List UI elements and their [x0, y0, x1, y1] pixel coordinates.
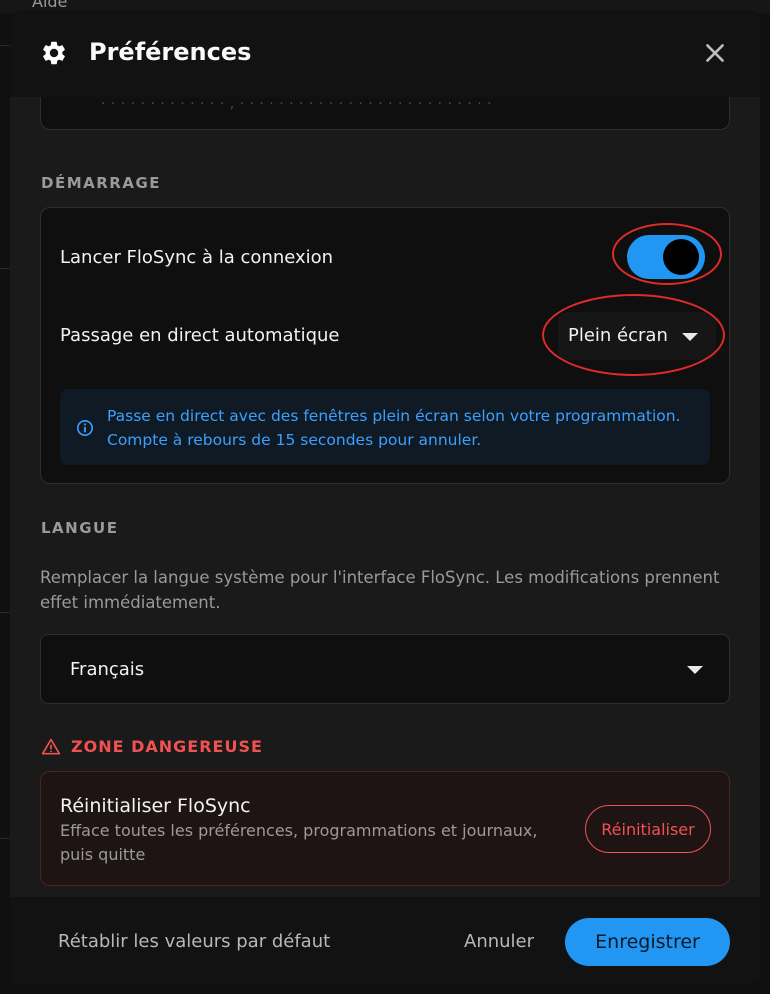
- toggle-knob: [663, 239, 699, 275]
- danger-zone-card: Réinitialiser FloSync Efface toutes les …: [40, 771, 730, 886]
- section-label-language: LANGUE: [41, 519, 119, 537]
- section-label-startup: DÉMARRAGE: [41, 174, 162, 192]
- auto-live-label: Passage en direct automatique: [60, 325, 340, 346]
- launch-at-login-label: Lancer FloSync à la connexion: [60, 247, 334, 268]
- previous-section-card: · · · · · · · · · · · · · , · · · · · · …: [40, 97, 730, 130]
- warning-icon: [41, 738, 61, 755]
- info-notice: Passe en direct avec des fenêtres plein …: [60, 389, 710, 465]
- cancel-button[interactable]: Annuler: [464, 931, 534, 952]
- info-text: Passe en direct avec des fenêtres plein …: [107, 407, 681, 449]
- reset-description: Efface toutes les préférences, programma…: [60, 821, 538, 864]
- language-value: Français: [70, 659, 145, 680]
- chevron-down-icon: [682, 333, 698, 341]
- info-icon: [76, 419, 94, 437]
- reset-button[interactable]: Réinitialiser: [585, 805, 711, 853]
- launch-at-login-toggle[interactable]: [627, 235, 705, 279]
- dialog-header: Préférences: [10, 10, 760, 97]
- chevron-down-icon: [687, 666, 703, 674]
- language-description: Remplacer la langue système pour l'inter…: [40, 568, 720, 612]
- startup-card: Lancer FloSync à la connexion Passage en…: [40, 207, 730, 484]
- close-icon[interactable]: [702, 40, 728, 66]
- dialog-body[interactable]: · · · · · · · · · · · · · , · · · · · · …: [10, 97, 760, 897]
- save-button[interactable]: Enregistrer: [565, 918, 730, 966]
- auto-live-value: Plein écran: [568, 325, 668, 346]
- preferences-dialog: Préférences · · · · · · · · · · · · · , …: [10, 10, 760, 984]
- gear-icon: [43, 41, 65, 65]
- dialog-title: Préférences: [89, 38, 252, 66]
- dialog-footer: Rétablir les valeurs par défaut Annuler …: [10, 897, 760, 984]
- language-select[interactable]: Français: [40, 634, 730, 704]
- reset-title: Réinitialiser FloSync: [60, 795, 251, 817]
- scrolled-text-fragment: · · · · · · · · · · · · · , · · · · · · …: [101, 97, 493, 112]
- auto-live-select[interactable]: Plein écran: [558, 312, 716, 360]
- section-label-danger-zone: ZONE DANGEREUSE: [71, 737, 263, 756]
- restore-defaults-button[interactable]: Rétablir les valeurs par défaut: [58, 931, 330, 952]
